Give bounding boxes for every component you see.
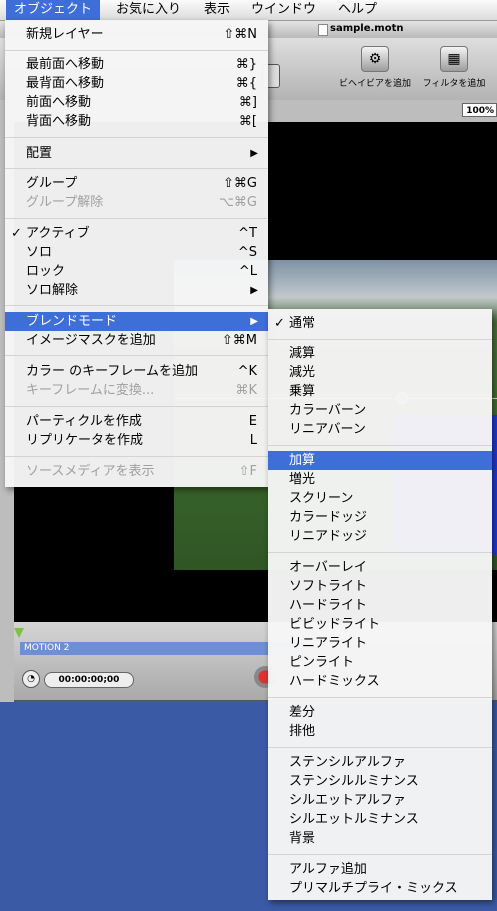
blend-item-add[interactable]: 加算 (268, 451, 492, 470)
document-icon (318, 24, 328, 36)
blend-item-linear-dodge[interactable]: リニアドッジ (268, 527, 492, 546)
blend-item-soft-light[interactable]: ソフトライト (268, 577, 492, 596)
blend-item-overlay[interactable]: オーバーレイ (268, 558, 492, 577)
blend-item-linear-light[interactable]: リニアライト (268, 634, 492, 653)
filmstrip-icon: ▦ (440, 46, 468, 72)
menu-window[interactable]: ウインドウ (243, 0, 324, 20)
menu-item-send-to-back[interactable]: 最背面へ移動 ⌘{ (5, 74, 268, 93)
window-title: sample.motn (330, 23, 404, 34)
object-menu: 新規レイヤー ⇧⌘N 最前面へ移動 ⌘} 最背面へ移動 ⌘{ 前面へ移動 ⌘] 背面へ移… (5, 20, 268, 487)
menu-separator (5, 50, 268, 51)
blend-item-stencil-alpha[interactable]: ステンシルアルファ (268, 753, 492, 772)
menu-item-unsolo[interactable]: ソロ解除 ▶ (5, 281, 268, 300)
menu-item-arrange[interactable]: 配置 ▶ (5, 144, 268, 163)
menu-separator (5, 168, 268, 169)
menu-separator (268, 552, 492, 553)
blend-item-color-burn[interactable]: カラーバーン (268, 401, 492, 420)
blend-item-hard-light[interactable]: ハードライト (268, 596, 492, 615)
zoom-level-field[interactable]: 100% (462, 103, 497, 117)
menu-separator (5, 406, 268, 407)
menu-item-show-source-media: ソースメディアを表示 ⇧F (26, 464, 257, 479)
add-behavior-button[interactable]: ⚙ ビヘイビアを追加 (335, 46, 415, 89)
menu-separator (5, 137, 268, 138)
blend-item-lighten[interactable]: 増光 (268, 470, 492, 489)
menu-separator (5, 218, 268, 219)
menu-item-bring-to-front[interactable]: 最前面へ移動 ⌘} (5, 55, 268, 74)
blend-item-linear-burn[interactable]: リニアバーン (268, 420, 492, 439)
menu-item-add-image-mask[interactable]: イメージマスクを追加 ⇧⌘M (5, 331, 268, 350)
submenu-arrow-icon: ▶ (250, 148, 258, 159)
menu-item-solo[interactable]: ソロ ^S (5, 243, 268, 262)
menu-bar: オブジェクト お気に入り 表示 ウインドウ ヘルプ (0, 0, 497, 21)
menu-separator (268, 339, 492, 340)
menu-item-add-color-keyframe[interactable]: カラー のキーフレームを追加 ^K (5, 362, 268, 381)
menu-favorites[interactable]: お気に入り (108, 0, 189, 20)
blend-item-silhouette-luma[interactable]: シルエットルミナンス (268, 810, 492, 829)
blend-item-premultiplied-mix[interactable]: プリマルチプライ・ミックス (268, 879, 492, 898)
checkmark-icon: ✓ (274, 316, 285, 331)
blend-item-screen[interactable]: スクリーン (268, 489, 492, 508)
blend-item-exclusion[interactable]: 排他 (268, 722, 492, 741)
menu-view[interactable]: 表示 (196, 0, 238, 20)
menu-item-group[interactable]: グループ ⇧⌘G (5, 174, 268, 193)
menu-separator (268, 747, 492, 748)
menu-item-convert-to-keyframes: キーフレームに変換... ⌘K (26, 383, 257, 398)
blend-item-darken[interactable]: 減光 (268, 363, 492, 382)
submenu-arrow-icon: ▶ (250, 316, 258, 327)
menu-item-replicate[interactable]: リプリケータを作成 L (5, 431, 268, 450)
menu-item-blend-mode[interactable]: ブレンドモード ▶ (5, 312, 268, 331)
menu-separator (268, 854, 492, 855)
menu-item-ungroup: グループ解除 ⌥⌘G (26, 195, 257, 210)
blend-item-behind[interactable]: 背景 (268, 829, 492, 848)
menu-item-send-backward[interactable]: 背面へ移動 ⌘[ (5, 112, 268, 131)
blend-item-silhouette-alpha[interactable]: シルエットアルファ (268, 791, 492, 810)
blend-item-multiply[interactable]: 乗算 (268, 382, 492, 401)
menu-item-make-particles[interactable]: パーティクルを作成 E (5, 412, 268, 431)
blend-item-normal[interactable]: ✓ 通常 (268, 314, 492, 333)
gear-icon: ⚙ (361, 46, 389, 72)
add-behavior-label: ビヘイビアを追加 (338, 79, 411, 89)
timecode-field[interactable]: 00:00:00;00 (44, 672, 134, 688)
menu-separator (5, 355, 268, 356)
add-filter-button[interactable]: ▦ フィルタを追加 (418, 46, 490, 89)
jog-icon[interactable]: ◔ (22, 670, 40, 688)
blend-item-hard-mix[interactable]: ハードミックス (268, 672, 492, 691)
blend-item-vivid-light[interactable]: ビビッドライト (268, 615, 492, 634)
menu-item-active[interactable]: ✓ アクティブ ^T (5, 224, 268, 243)
menu-separator (268, 697, 492, 698)
menu-item-bring-forward[interactable]: 前面へ移動 ⌘] (5, 93, 268, 112)
add-filter-label: フィルタを追加 (422, 79, 486, 89)
blend-item-stencil-luma[interactable]: ステンシルルミナンス (268, 772, 492, 791)
menu-separator (268, 445, 492, 446)
blend-item-color-dodge[interactable]: カラードッジ (268, 508, 492, 527)
playhead-icon[interactable] (14, 628, 24, 638)
blend-item-pin-light[interactable]: ピンライト (268, 653, 492, 672)
blend-mode-submenu: ✓ 通常 減算 減光 乗算 カラーバーン リニアバーン 加算 増光 スクリーン カ… (268, 309, 492, 900)
checkmark-icon: ✓ (11, 226, 22, 241)
blend-item-subtract[interactable]: 減算 (268, 344, 492, 363)
menu-help[interactable]: ヘルプ (330, 0, 385, 20)
menu-item-new-layer[interactable]: 新規レイヤー ⇧⌘N (5, 25, 268, 44)
submenu-arrow-icon: ▶ (250, 285, 258, 296)
blend-item-difference[interactable]: 差分 (268, 703, 492, 722)
menu-object[interactable]: オブジェクト (6, 0, 101, 20)
menu-separator (5, 456, 268, 457)
timeline-track[interactable]: MOTION 2 (20, 642, 304, 655)
blend-item-alpha-add[interactable]: アルファ追加 (268, 860, 492, 879)
menu-separator (5, 305, 268, 306)
menu-item-lock[interactable]: ロック ^L (5, 262, 268, 281)
